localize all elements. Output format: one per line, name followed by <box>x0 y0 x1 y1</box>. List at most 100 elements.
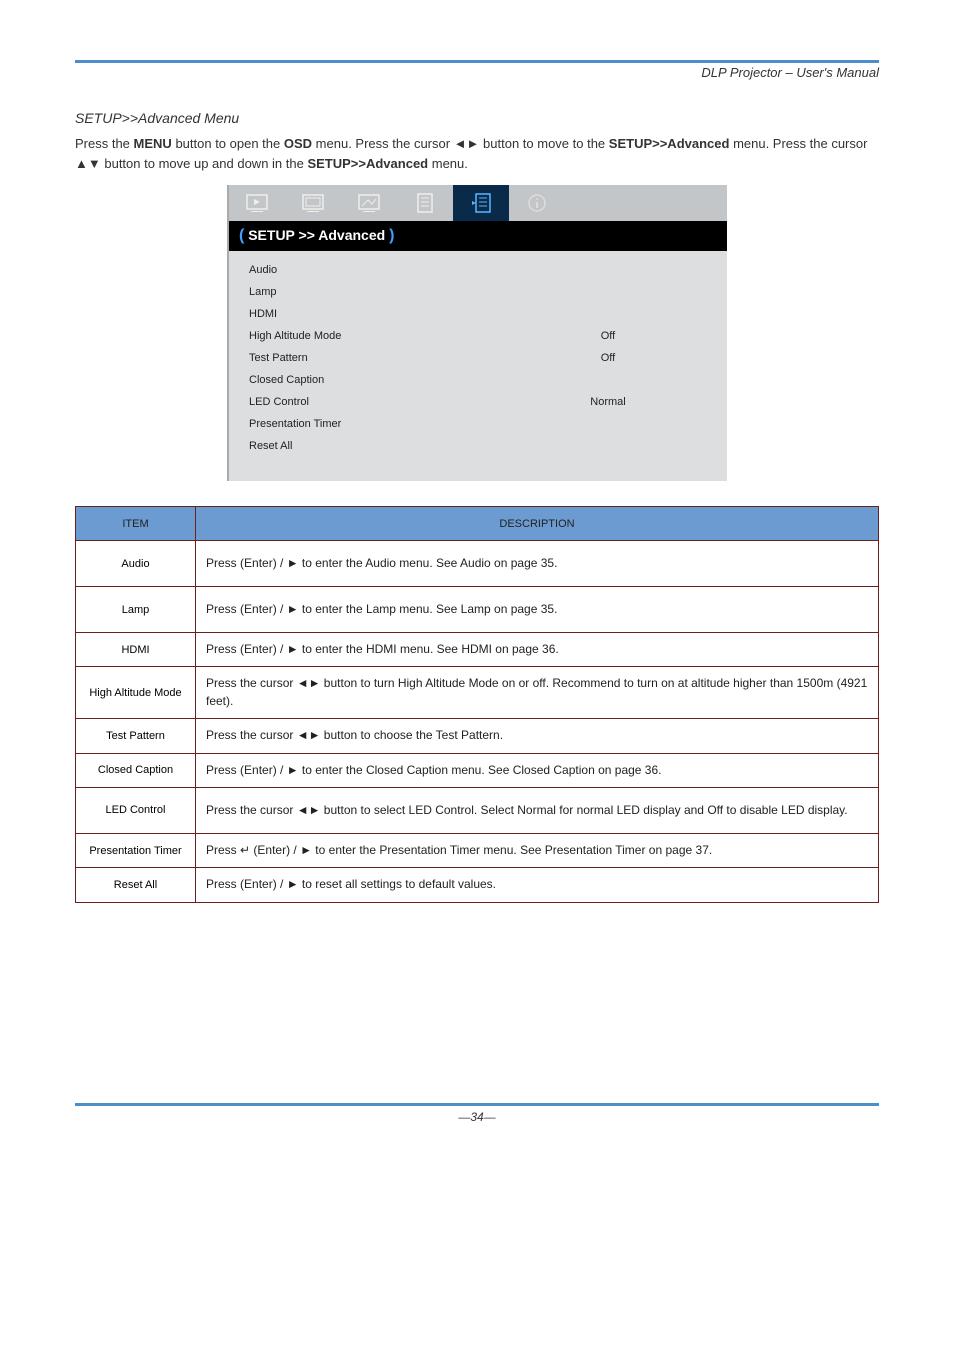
osd-item: Audio <box>249 259 489 281</box>
osd-item-column: Audio Lamp HDMI High Altitude Mode Test … <box>229 251 489 481</box>
osd-tab-1 <box>229 185 285 221</box>
row-description: Press the cursor ◄► button to choose the… <box>196 719 879 753</box>
osd-tab-active <box>453 185 509 221</box>
row-description: Press (Enter) / ► to reset all settings … <box>196 868 879 902</box>
text: button to move to the <box>483 136 609 151</box>
table-row: HDMIPress (Enter) / ► to enter the HDMI … <box>76 633 879 667</box>
table-row: Test PatternPress the cursor ◄► button t… <box>76 719 879 753</box>
osd-item: Presentation Timer <box>249 413 489 435</box>
page-footer: —34— <box>75 1110 879 1124</box>
text: Press <box>206 763 240 777</box>
display-icon <box>246 194 268 212</box>
text: menu. <box>432 156 468 171</box>
osd-item: HDMI <box>249 303 489 325</box>
text: Press the cursor <box>206 676 297 690</box>
row-item: Test Pattern <box>76 719 196 753</box>
osd-value <box>489 369 727 391</box>
enter-icon: ↵ <box>240 843 250 857</box>
up-down-arrows-icon: ▲▼ <box>75 156 101 171</box>
text: menu. Press the cursor <box>733 136 867 151</box>
text: menu. Press the cursor <box>316 136 454 151</box>
osd-item: Test Pattern <box>249 347 489 369</box>
text: (Enter) / ► to reset all settings to def… <box>240 877 496 891</box>
osd-tab-2 <box>285 185 341 221</box>
menu-name: SETUP>>Advanced <box>307 156 428 171</box>
text: (Enter) / ► to enter the Audio menu. See… <box>240 556 557 570</box>
row-item: Closed Caption <box>76 753 196 787</box>
row-item: High Altitude Mode <box>76 667 196 719</box>
text: Press <box>206 642 240 656</box>
text: button to choose the Test Pattern. <box>320 728 503 742</box>
text: Press <box>206 843 240 857</box>
text: (Enter) / ► to enter the HDMI menu. See … <box>240 642 559 656</box>
text: Press the cursor <box>206 803 297 817</box>
osd-item: Lamp <box>249 281 489 303</box>
setup-advanced-icon <box>470 192 492 214</box>
text: button to select LED Control. Select Nor… <box>320 803 847 817</box>
osd-screenshot: ( SETUP >> Advanced ) Audio Lamp HDMI Hi… <box>227 185 727 481</box>
left-right-arrows-icon: ◄► <box>297 803 321 817</box>
breadcrumb-text: SETUP >> Advanced <box>248 227 385 243</box>
osd-breadcrumb: ( SETUP >> Advanced ) <box>229 221 727 251</box>
info-icon <box>527 193 547 213</box>
osd-value <box>489 259 727 281</box>
image-icon <box>302 194 324 212</box>
row-description: Press (Enter) / ► to enter the Audio men… <box>196 541 879 587</box>
osd-value: Normal <box>489 391 727 413</box>
osd-item: Closed Caption <box>249 369 489 391</box>
osd-keyword: OSD <box>284 136 312 151</box>
osd-tab-6 <box>509 185 565 221</box>
monitor-icon <box>358 194 380 212</box>
row-description: Press (Enter) / ► to enter the Closed Ca… <box>196 753 879 787</box>
col-item: ITEM <box>76 507 196 541</box>
description-table: ITEM DESCRIPTION AudioPress (Enter) / ► … <box>75 506 879 903</box>
text: (Enter) / ► to enter the Closed Caption … <box>240 763 661 777</box>
left-right-arrows-icon: ◄► <box>297 728 321 742</box>
row-description: Press (Enter) / ► to enter the HDMI menu… <box>196 633 879 667</box>
open-paren: ( <box>239 227 244 244</box>
osd-item: High Altitude Mode <box>249 325 489 347</box>
row-description: Press (Enter) / ► to enter the Lamp menu… <box>196 587 879 633</box>
osd-value <box>489 413 727 435</box>
row-item: Reset All <box>76 868 196 902</box>
table-row: AudioPress (Enter) / ► to enter the Audi… <box>76 541 879 587</box>
osd-tab-4 <box>397 185 453 221</box>
text: Press <box>206 602 240 616</box>
text: Press <box>206 877 240 891</box>
osd-value <box>489 303 727 325</box>
row-description: Press the cursor ◄► button to select LED… <box>196 787 879 833</box>
osd-tab-bar <box>229 185 727 221</box>
osd-value: Off <box>489 325 727 347</box>
table-row: High Altitude ModePress the cursor ◄► bu… <box>76 667 879 719</box>
table-row: Closed CaptionPress (Enter) / ► to enter… <box>76 753 879 787</box>
osd-value-column: Off Off Normal <box>489 251 727 481</box>
osd-tab-3 <box>341 185 397 221</box>
menu-keyword: MENU <box>134 136 172 151</box>
close-paren: ) <box>389 227 394 244</box>
osd-item: Reset All <box>249 435 489 457</box>
osd-item: LED Control <box>249 391 489 413</box>
section-title: SETUP>>Advanced Menu <box>75 110 879 126</box>
row-item: Presentation Timer <box>76 833 196 867</box>
row-item: Lamp <box>76 587 196 633</box>
row-description: Press ↵ (Enter) / ► to enter the Present… <box>196 833 879 867</box>
text: (Enter) / ► to enter the Lamp menu. See … <box>240 602 557 616</box>
row-item: Audio <box>76 541 196 587</box>
menu-name: SETUP>>Advanced <box>609 136 730 151</box>
row-item: HDMI <box>76 633 196 667</box>
osd-value: Off <box>489 347 727 369</box>
left-right-arrows-icon: ◄► <box>454 136 480 151</box>
left-right-arrows-icon: ◄► <box>297 676 321 690</box>
text: Press the <box>75 136 134 151</box>
table-row: Presentation TimerPress ↵ (Enter) / ► to… <box>76 833 879 867</box>
document-icon <box>416 193 434 213</box>
page-header: DLP Projector – User's Manual <box>75 65 879 80</box>
col-description: DESCRIPTION <box>196 507 879 541</box>
text: (Enter) / ► to enter the Presentation Ti… <box>250 843 712 857</box>
osd-value <box>489 435 727 457</box>
table-row: LampPress (Enter) / ► to enter the Lamp … <box>76 587 879 633</box>
row-description: Press the cursor ◄► button to turn High … <box>196 667 879 719</box>
table-row: LED ControlPress the cursor ◄► button to… <box>76 787 879 833</box>
text: Press the cursor <box>206 728 297 742</box>
table-row: Reset AllPress (Enter) / ► to reset all … <box>76 868 879 902</box>
